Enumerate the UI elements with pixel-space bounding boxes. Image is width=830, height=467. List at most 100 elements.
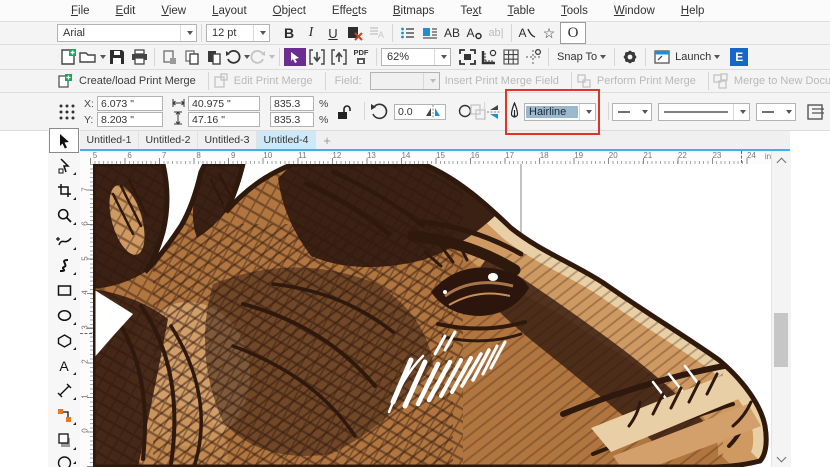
x-position-field[interactable] xyxy=(97,96,163,111)
save-button[interactable] xyxy=(106,47,128,67)
tool-parallel-dimension[interactable] xyxy=(49,378,79,403)
menu-effects[interactable]: Effects xyxy=(319,5,380,17)
arrow-end-dropdown[interactable] xyxy=(780,104,795,120)
show-guidelines-button[interactable] xyxy=(522,47,544,67)
snap-to-button[interactable]: Snap To xyxy=(553,47,610,67)
outline-o-button[interactable]: O xyxy=(560,22,586,44)
field-combo[interactable] xyxy=(370,72,440,90)
arrow-start-dropdown[interactable] xyxy=(636,104,651,120)
outline-settings-button[interactable] xyxy=(806,103,826,121)
arrow-start-combo[interactable] xyxy=(612,103,652,121)
search-content-button[interactable] xyxy=(284,48,306,66)
bulleted-list-button[interactable] xyxy=(397,23,419,43)
export-button[interactable] xyxy=(328,47,350,67)
menu-tools[interactable]: Tools xyxy=(548,5,601,17)
new-document-button[interactable] xyxy=(57,47,79,67)
menu-object[interactable]: Object xyxy=(260,5,319,17)
new-document-tab-button[interactable]: + xyxy=(316,131,338,149)
mirror-horizontal-button[interactable] xyxy=(425,104,441,120)
create-load-print-merge-button[interactable]: Create/load Print Merge xyxy=(57,71,204,91)
y-position-field[interactable] xyxy=(97,112,163,127)
menu-table[interactable]: Table xyxy=(495,5,549,17)
scroll-up-icon[interactable] xyxy=(777,158,787,168)
tool-pick[interactable] xyxy=(49,128,79,153)
font-size-combo[interactable]: 12 pt xyxy=(206,24,270,42)
menu-text[interactable]: Text xyxy=(447,5,494,17)
tool-freehand[interactable] xyxy=(49,228,79,253)
menu-bitmaps[interactable]: Bitmaps xyxy=(380,5,448,17)
scale-horizontal-field[interactable] xyxy=(270,96,314,111)
underline-button[interactable]: U xyxy=(322,23,344,43)
bold-button[interactable]: B xyxy=(278,23,300,43)
perform-print-merge-button[interactable]: Perform Print Merge xyxy=(576,71,704,91)
field-dropdown[interactable] xyxy=(423,73,439,89)
edit-text-button[interactable]: ab| xyxy=(485,23,507,43)
tab-untitled-3[interactable]: Untitled-3 xyxy=(198,131,257,149)
tab-untitled-2[interactable]: Untitled-2 xyxy=(139,131,198,149)
publish-pdf-button[interactable]: PDF xyxy=(350,47,372,67)
tool-zoom[interactable] xyxy=(49,203,79,228)
mirror-vertical-button[interactable] xyxy=(486,104,502,120)
menu-help[interactable]: Help xyxy=(668,5,718,17)
print-button[interactable] xyxy=(128,47,150,67)
clear-formatting-button[interactable] xyxy=(344,23,366,43)
menu-file[interactable]: File xyxy=(58,5,103,17)
tool-text[interactable]: A xyxy=(49,353,79,378)
italic-button[interactable]: I xyxy=(300,23,322,43)
line-style-dropdown[interactable] xyxy=(733,104,749,120)
drawing-canvas[interactable] xyxy=(93,164,771,467)
scale-vertical-field[interactable] xyxy=(270,112,314,127)
tool-polygon[interactable] xyxy=(49,328,79,353)
rotate-button[interactable] xyxy=(370,102,388,120)
menu-window[interactable]: Window xyxy=(601,5,668,17)
show-rulers-button[interactable] xyxy=(478,47,500,67)
zoom-level-dropdown[interactable] xyxy=(434,49,450,65)
exchange-button[interactable]: E xyxy=(730,48,748,66)
change-case-button[interactable]: A xyxy=(463,23,485,43)
combine-button[interactable] xyxy=(470,104,486,120)
font-size-dropdown[interactable] xyxy=(253,25,269,41)
vertical-ruler[interactable]: 876543210 xyxy=(80,164,94,467)
line-style-combo[interactable] xyxy=(658,103,750,121)
object-height-field[interactable] xyxy=(188,112,260,127)
horizontal-ruler[interactable]: 56789101112131415161718192021222324 inch… xyxy=(80,151,790,165)
scroll-down-icon[interactable] xyxy=(777,453,787,463)
tab-untitled-4[interactable]: Untitled-4 xyxy=(257,131,316,149)
menu-edit[interactable]: Edit xyxy=(103,5,149,17)
show-grid-button[interactable] xyxy=(500,47,522,67)
lock-ratio-button[interactable] xyxy=(336,104,351,120)
options-button[interactable] xyxy=(619,47,641,67)
scrollbar-thumb[interactable] xyxy=(774,313,788,367)
tool-transparency[interactable] xyxy=(49,453,79,467)
tool-crop[interactable] xyxy=(49,178,79,203)
uppercase-button[interactable]: AB xyxy=(441,23,463,43)
paste-button[interactable] xyxy=(203,47,225,67)
object-width-field[interactable] xyxy=(188,96,260,111)
tool-connector[interactable] xyxy=(49,403,79,428)
outline-width-dropdown[interactable] xyxy=(579,104,595,120)
import-button[interactable] xyxy=(306,47,328,67)
tab-untitled-1[interactable]: Untitled-1 xyxy=(80,131,139,149)
zoom-level-combo[interactable]: 62% xyxy=(381,48,451,66)
font-family-dropdown[interactable] xyxy=(180,25,196,41)
cut-button[interactable] xyxy=(159,47,181,67)
copy-button[interactable] xyxy=(181,47,203,67)
tool-ellipse[interactable] xyxy=(49,303,79,328)
star-button[interactable]: ☆ xyxy=(538,23,560,43)
full-screen-preview-button[interactable] xyxy=(456,47,478,67)
tool-shape[interactable] xyxy=(49,153,79,178)
tool-artistic-media[interactable] xyxy=(49,253,79,278)
font-family-combo[interactable]: Arial xyxy=(57,24,197,42)
menu-layout[interactable]: Layout xyxy=(199,5,260,17)
arrow-end-combo[interactable] xyxy=(756,103,796,121)
outline-width-combo[interactable]: Hairline xyxy=(524,103,596,121)
edit-print-merge-button[interactable]: Edit Print Merge xyxy=(213,71,321,91)
text-properties-button[interactable]: A xyxy=(366,23,388,43)
tool-rectangle[interactable] xyxy=(49,278,79,303)
undo-button[interactable] xyxy=(225,47,250,67)
launch-button[interactable]: Launch xyxy=(650,47,724,67)
drop-cap-button[interactable] xyxy=(419,23,441,43)
insert-print-merge-label[interactable]: Insert Print Merge Field xyxy=(445,75,559,87)
vertical-scrollbar[interactable] xyxy=(771,151,791,467)
merge-to-new-document-button[interactable]: Merge to New Document xyxy=(713,71,830,91)
